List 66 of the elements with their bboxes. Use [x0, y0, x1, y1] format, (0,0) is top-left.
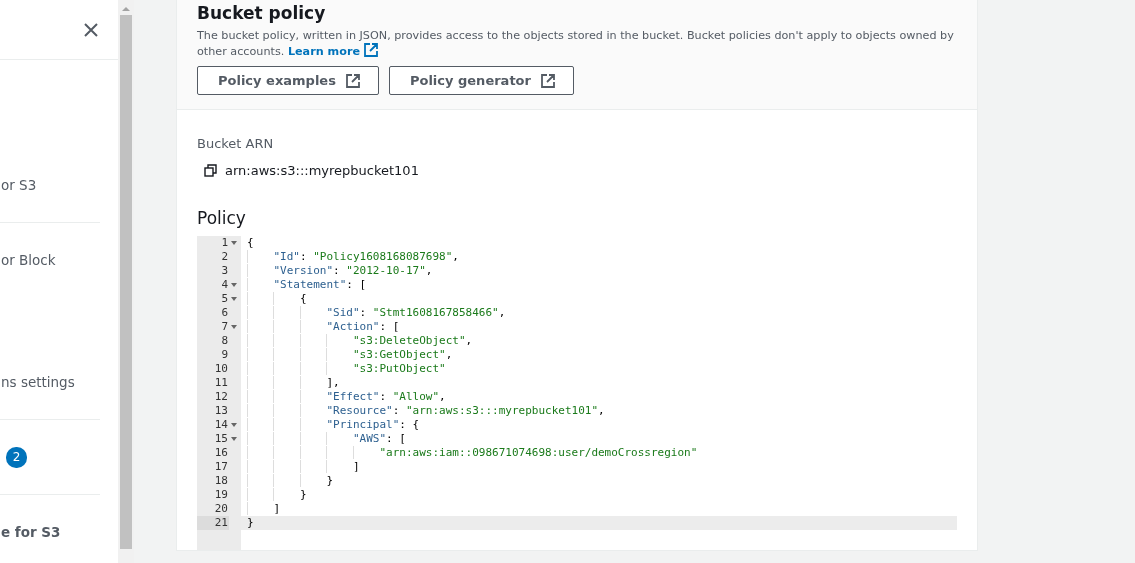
fold-caret-icon[interactable] — [230, 297, 237, 301]
external-link-button[interactable]: Policy generator — [388, 66, 574, 95]
nav-link[interactable]: ns settings — [1, 374, 75, 390]
code-line: "Version": "2012-10-17", — [241, 264, 957, 278]
code-line: "s3:DeleteObject", — [241, 334, 957, 348]
code-line: "s3:GetObject", — [241, 348, 957, 362]
line-number: 19 — [213, 488, 229, 502]
line-number: 10 — [213, 362, 229, 376]
line-number: 18 — [213, 474, 229, 488]
line-number: 4 — [220, 278, 229, 292]
line-number: 16 — [213, 446, 229, 460]
line-number: 17 — [213, 460, 229, 474]
code-line: "Action": [ — [241, 320, 957, 334]
fold-caret-icon[interactable] — [230, 283, 237, 287]
code-line: "Statement": [ — [241, 278, 957, 292]
code-line: ] — [241, 502, 957, 516]
line-number: 12 — [213, 390, 229, 404]
code-line: ], — [241, 376, 957, 390]
line-number: 20 — [213, 502, 229, 516]
editor-title: Policy — [197, 208, 247, 228]
code-line: } — [241, 488, 957, 502]
line-number: 2 — [220, 250, 229, 264]
line-number: 3 — [220, 264, 229, 278]
code-line: "Effect": "Allow", — [241, 390, 957, 404]
line-number: 11 — [213, 376, 229, 390]
external-link-icon — [540, 73, 555, 88]
line-number: 21 — [197, 516, 229, 530]
line-number: 6 — [220, 306, 229, 320]
line-number: 5 — [220, 292, 229, 306]
nav-link[interactable]: e for S3 — [1, 524, 61, 540]
field-label: Bucket ARN — [197, 136, 275, 151]
fold-caret-icon[interactable] — [230, 423, 237, 427]
code-line: "Sid": "Stmt1608167858466", — [241, 306, 957, 320]
code-line: ] — [241, 460, 957, 474]
code-line: "arn:aws:iam::098671074698:user/demoCrossregion" — [241, 446, 957, 460]
code-line: { — [246, 236, 255, 250]
code-line: "Principal": { — [241, 418, 957, 432]
close-icon[interactable] — [84, 22, 98, 37]
code-line: { — [241, 292, 957, 306]
line-number: 13 — [213, 404, 229, 418]
line-number: 15 — [213, 432, 229, 446]
scrollbar[interactable] — [118, 0, 134, 563]
line-number: 14 — [213, 418, 229, 432]
code-line: "s3:PutObject" — [241, 362, 957, 376]
line-number: 7 — [220, 320, 229, 334]
fold-caret-icon[interactable] — [230, 325, 237, 329]
external-link-button[interactable]: Policy examples — [197, 66, 379, 95]
code-line: "AWS": [ — [241, 432, 957, 446]
code-line: "Id": "Policy1608168087698", — [241, 250, 957, 264]
nav-link[interactable]: or S3 — [1, 177, 37, 193]
section-title: Bucket policy — [197, 3, 327, 23]
count-badge: 2 — [6, 446, 27, 468]
line-number: 8 — [220, 334, 229, 348]
external-link-icon — [345, 73, 360, 88]
code-line: } — [241, 474, 957, 488]
copy-icon[interactable] — [204, 164, 217, 177]
arn-value: arn:aws:s3:::myrepbucket101 — [225, 163, 419, 178]
line-number: 1 — [220, 236, 229, 250]
learn-more-link[interactable]: Learn more — [287, 45, 378, 58]
fold-caret-icon[interactable] — [230, 437, 237, 441]
external-link-icon — [364, 43, 378, 57]
fold-caret-icon[interactable] — [230, 241, 237, 245]
nav-link[interactable]: or Block — [1, 252, 56, 268]
section-description: The bucket policy, written in JSON, provides access to the objects stored in the bucket. Bucket policies don't apply to objects owned by other accounts. Learn more — [197, 28, 955, 59]
code-line: "Resource": "arn:aws:s3:::myrepbucket101", — [241, 404, 957, 418]
line-number: 9 — [220, 348, 229, 362]
